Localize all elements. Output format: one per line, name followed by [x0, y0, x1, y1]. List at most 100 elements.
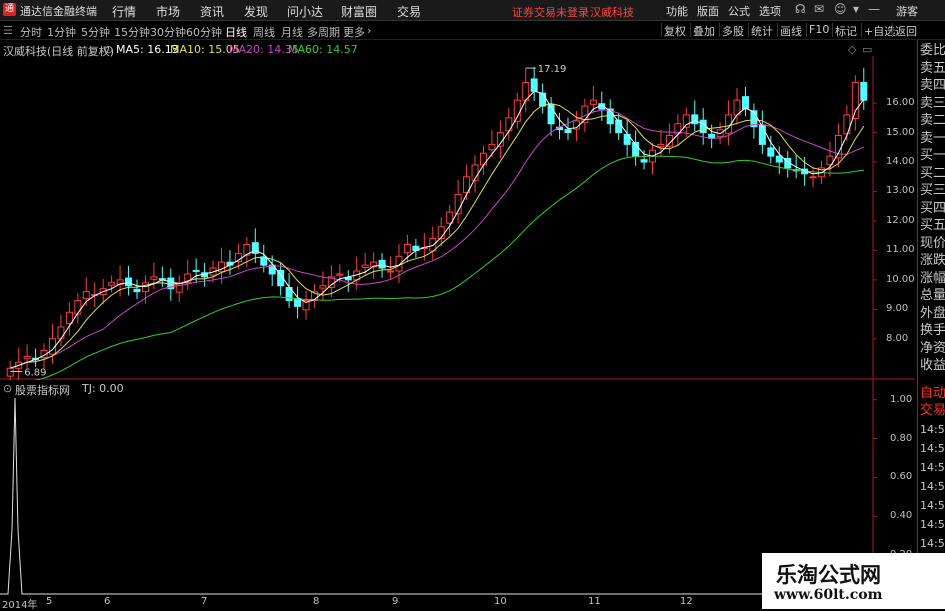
period-30min[interactable]: 30分钟 — [150, 24, 186, 40]
period-1min[interactable]: 1分钟 — [47, 24, 76, 40]
headset-icon[interactable]: ☊ — [795, 2, 806, 16]
quote-panel-label[interactable]: 卖五 — [920, 60, 945, 77]
quote-panel-label[interactable]: 卖三 — [920, 95, 945, 112]
btn-tongji[interactable]: 统计 — [748, 23, 775, 38]
quote-panel-label[interactable]: 买四 — [920, 200, 945, 217]
quote-panel-label[interactable]: 买二 — [920, 165, 945, 182]
price-axis-label: 10.00 — [886, 273, 915, 285]
minimize-icon[interactable]: — — [868, 2, 880, 16]
candle-body — [564, 129, 572, 134]
period-weekly[interactable]: 周线 — [253, 24, 275, 40]
x-tick: 6 — [104, 596, 111, 607]
period-5min[interactable]: 5分钟 — [81, 24, 110, 40]
quote-panel-label[interactable]: 外盘 — [920, 305, 945, 322]
menu-item-jiaoyi[interactable]: 交易 — [397, 3, 421, 20]
period-60min[interactable]: 60分钟 — [186, 24, 222, 40]
candle-body — [133, 288, 141, 293]
x-tick: 9 — [392, 596, 399, 607]
candle-body — [513, 99, 521, 122]
tick-time: 14:50 — [920, 461, 945, 474]
btn-back[interactable]: 返回 — [892, 23, 919, 38]
btn-f10[interactable]: F10 — [806, 23, 831, 37]
candle-body — [691, 114, 699, 125]
auto-trade-tab[interactable]: 自动 — [920, 385, 945, 402]
price-chart[interactable]: 17.19 6.89 16.00 15.00 14.00 13.00 12.00 11.00… — [0, 56, 915, 380]
tj-indicator-line — [0, 397, 873, 595]
period-monthly[interactable]: 月线 — [281, 24, 303, 40]
candle-body — [336, 273, 344, 276]
tick-time: 14:50 — [920, 537, 945, 550]
menu-xuanxiang[interactable]: 选项 — [759, 3, 781, 19]
candle-body — [539, 92, 547, 107]
candle-body — [860, 82, 868, 101]
period-more[interactable]: 更多 — [343, 24, 365, 40]
period-fenshi[interactable]: 分时 — [20, 24, 42, 40]
settings-icon[interactable]: ⊙ — [104, 43, 113, 56]
quote-panel-label[interactable]: 换手 — [920, 322, 945, 339]
expand-icon[interactable]: ▭ — [862, 43, 872, 56]
quote-panel-label[interactable]: 涨跌 — [920, 252, 945, 269]
quote-panel-label[interactable]: 现价 — [920, 235, 945, 252]
candle-body — [74, 299, 82, 315]
candle-body — [6, 367, 14, 377]
quote-panel-label[interactable]: 买一 — [920, 147, 945, 164]
quote-panel-label[interactable]: 收益 — [920, 357, 945, 374]
title-bar: 通 通达信金融终端 行情 市场 资讯 发现 问小达 财富圈 交易 证券交易未登录… — [0, 0, 945, 21]
dropdown-icon[interactable]: ▾ — [853, 2, 859, 16]
tick-time: 14:50 — [920, 423, 945, 436]
diamond-icon[interactable]: ◇ — [848, 43, 856, 56]
btn-duogu[interactable]: 多股 — [719, 23, 746, 38]
menu-toggle-icon[interactable]: ☰ — [3, 24, 13, 37]
period-multi[interactable]: 多周期 — [307, 24, 340, 40]
more-arrow-icon[interactable]: › — [367, 24, 371, 37]
btn-fuquan[interactable]: 复权 — [661, 23, 688, 38]
guest-label[interactable]: 游客 — [896, 3, 918, 19]
menu-item-shichang[interactable]: 市场 — [156, 3, 180, 20]
candle-body — [57, 326, 65, 340]
indicator-axis-label: 1.00 — [890, 393, 913, 405]
mail-icon[interactable]: ✉ — [814, 2, 824, 16]
price-axis-label: 12.00 — [886, 214, 915, 226]
candle-body — [775, 155, 783, 163]
menu-item-caifuquan[interactable]: 财富圈 — [341, 3, 377, 20]
quote-panel-label[interactable]: 买三 — [920, 182, 945, 199]
menu-gongneng[interactable]: 功能 — [666, 3, 688, 19]
price-axis-label: 15.00 — [886, 126, 915, 138]
candle-body — [125, 277, 133, 287]
menu-item-zixun[interactable]: 资讯 — [200, 3, 224, 20]
trade-login-status[interactable]: 证券交易未登录 — [512, 4, 589, 20]
quote-panel-label[interactable]: 卖四 — [920, 77, 945, 94]
menu-gongshi[interactable]: 公式 — [728, 3, 750, 19]
indicator-axis-label: 0.60 — [890, 471, 913, 483]
user-icon[interactable]: ☺ — [834, 2, 847, 16]
quote-panel-label[interactable]: 涨幅 — [920, 270, 945, 287]
quote-panel-label[interactable]: 总量 — [920, 287, 945, 304]
x-tick: 7 — [201, 596, 208, 607]
btn-diejia[interactable]: 叠加 — [690, 23, 717, 38]
quote-side-panel: 委比 卖五 卖四 卖三 卖二 卖一 买一 买二 买三 买四 买五 现价 涨跌 涨幅 总量 外盘 换手 净资 收益自动… — [917, 40, 945, 609]
quote-panel-label[interactable]: 卖一 — [920, 130, 945, 147]
menu-item-hangqing[interactable]: 行情 — [112, 3, 136, 20]
period-daily[interactable]: 日线 — [225, 24, 247, 40]
indicator-settings-icon[interactable]: ⊙ — [3, 382, 12, 395]
trade-tab[interactable]: 交易 — [920, 402, 945, 419]
btn-huaxian[interactable]: 画线 — [777, 23, 804, 38]
period-toolbar: ☰ 分时 1分钟 5分钟 15分钟 30分钟 60分钟 日线 周线 月线 多周期… — [0, 21, 945, 40]
btn-biaoji[interactable]: 标记 — [832, 23, 859, 38]
tick-time: 14:50 — [920, 480, 945, 493]
high-label: 17.19 — [538, 64, 567, 75]
tick-time: 14:50 — [920, 499, 945, 512]
period-15min[interactable]: 15分钟 — [114, 24, 150, 40]
menu-item-faxian[interactable]: 发现 — [244, 3, 268, 20]
candle-body — [657, 143, 665, 148]
quote-panel-label[interactable]: 委比 — [920, 42, 945, 59]
menu-banmian[interactable]: 版面 — [697, 3, 719, 19]
candle-body — [530, 78, 538, 92]
ma5-line — [10, 90, 865, 369]
menu-item-wenxiaoda[interactable]: 问小达 — [287, 3, 323, 20]
quote-panel-label[interactable]: 卖二 — [920, 112, 945, 129]
quote-panel-label[interactable]: 买五 — [920, 217, 945, 234]
candle-body — [108, 282, 116, 286]
quote-panel-label[interactable]: 净资 — [920, 340, 945, 357]
x-tick: 10 — [494, 596, 507, 607]
